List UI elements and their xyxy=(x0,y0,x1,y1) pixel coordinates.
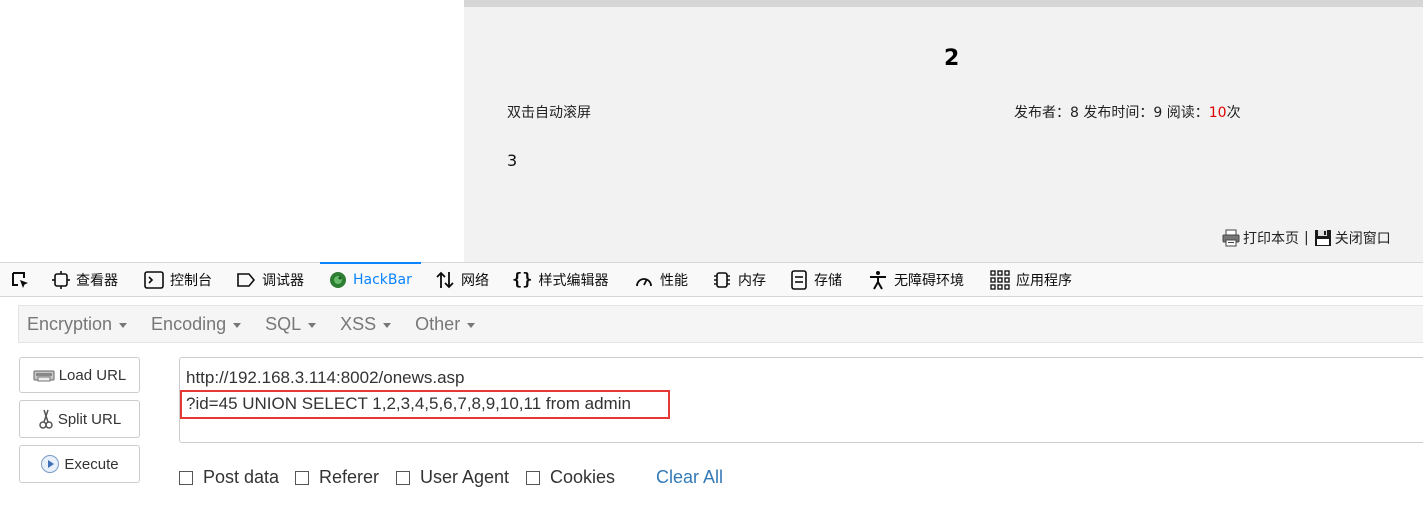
tab-console[interactable]: 控制台 xyxy=(144,263,212,297)
user-agent-label: User Agent xyxy=(420,467,510,487)
load-url-label: Load URL xyxy=(58,366,127,384)
tab-accessibility[interactable]: 无障碍环境 xyxy=(868,263,964,297)
tab-performance-label: 性能 xyxy=(660,273,688,289)
tab-debugger-label: 调试器 xyxy=(262,273,304,289)
tab-debugger[interactable]: 调试器 xyxy=(236,263,304,297)
split-url-label: Split URL xyxy=(57,410,122,428)
highlight-annotation-box xyxy=(180,390,670,419)
tab-memory[interactable]: 内存 xyxy=(712,263,766,297)
debugger-icon xyxy=(237,273,256,287)
encoding-menu-label: Encoding xyxy=(151,313,227,334)
console-icon xyxy=(144,271,164,289)
checkbox-box xyxy=(526,470,540,485)
printer-icon xyxy=(1222,229,1240,247)
publisher-value: 8 xyxy=(1070,105,1079,121)
chevron-down-icon xyxy=(119,322,128,328)
action-separator: | xyxy=(1304,230,1309,246)
time-value: 9 xyxy=(1153,105,1163,121)
play-icon xyxy=(41,455,60,473)
encryption-menu[interactable]: Encryption xyxy=(27,313,128,335)
chevron-down-icon xyxy=(308,322,317,328)
sql-menu[interactable]: SQL xyxy=(265,313,317,335)
article-panel xyxy=(464,0,1423,262)
tab-style-editor[interactable]: {} 样式编辑器 xyxy=(512,263,608,297)
chevron-down-icon xyxy=(383,322,392,328)
tab-application[interactable]: 应用程序 xyxy=(990,263,1072,297)
network-icon xyxy=(436,271,454,289)
cookies-checkbox[interactable]: Cookies xyxy=(526,467,615,488)
tab-memory-label: 内存 xyxy=(738,273,766,289)
encryption-menu-label: Encryption xyxy=(27,313,113,334)
tab-performance[interactable]: 性能 xyxy=(634,263,688,297)
hackbar-icon xyxy=(330,272,346,288)
blank-page-area xyxy=(0,0,464,262)
hackbar-menubar: Encryption Encoding SQL XSS Other xyxy=(18,305,1423,343)
storage-icon xyxy=(791,270,807,290)
element-picker-button[interactable] xyxy=(10,263,36,297)
article-title: 2 xyxy=(944,46,960,71)
tab-accessibility-label: 无障碍环境 xyxy=(894,273,964,289)
application-icon xyxy=(990,270,1010,290)
tab-storage[interactable]: 存储 xyxy=(790,263,842,297)
reads-value: 10 xyxy=(1208,105,1227,121)
url-line-1: http://192.168.3.114:8002/onews.asp xyxy=(186,368,465,387)
auto-scroll-link[interactable]: 双击自动滚屏 xyxy=(507,102,591,122)
xss-menu-label: XSS xyxy=(340,313,377,334)
clear-all-link[interactable]: Clear All xyxy=(656,467,723,488)
article-meta: 发布者：8 发布时间：9 阅读：10次 xyxy=(1014,102,1241,122)
encoding-menu[interactable]: Encoding xyxy=(151,313,242,335)
tab-hackbar-label: HackBar xyxy=(353,272,412,288)
post-data-label: Post data xyxy=(203,467,280,487)
print-page-link[interactable]: 打印本页 xyxy=(1243,228,1299,248)
chevron-down-icon xyxy=(233,322,242,328)
time-label: 发布时间： xyxy=(1078,105,1154,121)
checkbox-box xyxy=(295,470,309,485)
other-menu-label: Other xyxy=(415,313,461,334)
floppy-disk-icon xyxy=(1314,229,1332,247)
memory-icon xyxy=(714,272,730,288)
close-window-link[interactable]: 关闭窗口 xyxy=(1335,228,1391,248)
load-url-icon xyxy=(33,370,55,382)
article-top-border xyxy=(464,0,1423,7)
chevron-down-icon xyxy=(467,322,476,328)
tab-network[interactable]: 网络 xyxy=(435,263,489,297)
post-data-checkbox[interactable]: Post data xyxy=(179,467,279,488)
xss-menu[interactable]: XSS xyxy=(340,313,392,335)
split-url-button[interactable]: Split URL xyxy=(19,400,140,438)
style-editor-icon: {} xyxy=(512,270,533,290)
execute-label: Execute xyxy=(64,455,119,473)
scissors-icon xyxy=(39,409,53,429)
other-menu[interactable]: Other xyxy=(415,313,476,335)
user-agent-checkbox[interactable]: User Agent xyxy=(396,467,509,488)
article-actions: 打印本页 | 关闭窗口 xyxy=(1222,228,1391,248)
tab-style-editor-label: 样式编辑器 xyxy=(538,273,609,289)
element-picker-icon xyxy=(12,272,28,288)
referer-label: Referer xyxy=(319,467,380,487)
checkbox-box xyxy=(179,470,193,485)
accessibility-icon xyxy=(870,271,886,290)
reads-label: 阅读： xyxy=(1162,105,1209,121)
tab-hackbar[interactable]: HackBar xyxy=(320,262,421,297)
publisher-label: 发布者： xyxy=(1014,105,1070,121)
devtools-toolbar: 查看器 控制台 调试器 HackBar 网络 {} 样式编辑器 性能 内存 存储… xyxy=(0,262,1423,297)
checkbox-box xyxy=(396,470,410,485)
inspector-icon xyxy=(52,271,70,289)
load-url-button[interactable]: Load URL xyxy=(19,357,140,393)
tab-inspector[interactable]: 查看器 xyxy=(52,263,118,297)
execute-button[interactable]: Execute xyxy=(19,445,140,483)
article-body: 3 xyxy=(507,151,518,170)
tab-inspector-label: 查看器 xyxy=(76,273,118,289)
tab-storage-label: 存储 xyxy=(814,273,842,289)
performance-icon xyxy=(636,278,652,287)
tab-network-label: 网络 xyxy=(461,273,489,289)
tab-console-label: 控制台 xyxy=(170,273,212,289)
sql-menu-label: SQL xyxy=(265,313,302,334)
reads-suffix: 次 xyxy=(1226,105,1241,121)
referer-checkbox[interactable]: Referer xyxy=(295,467,379,488)
cookies-label: Cookies xyxy=(550,467,616,487)
tab-application-label: 应用程序 xyxy=(1016,273,1072,289)
